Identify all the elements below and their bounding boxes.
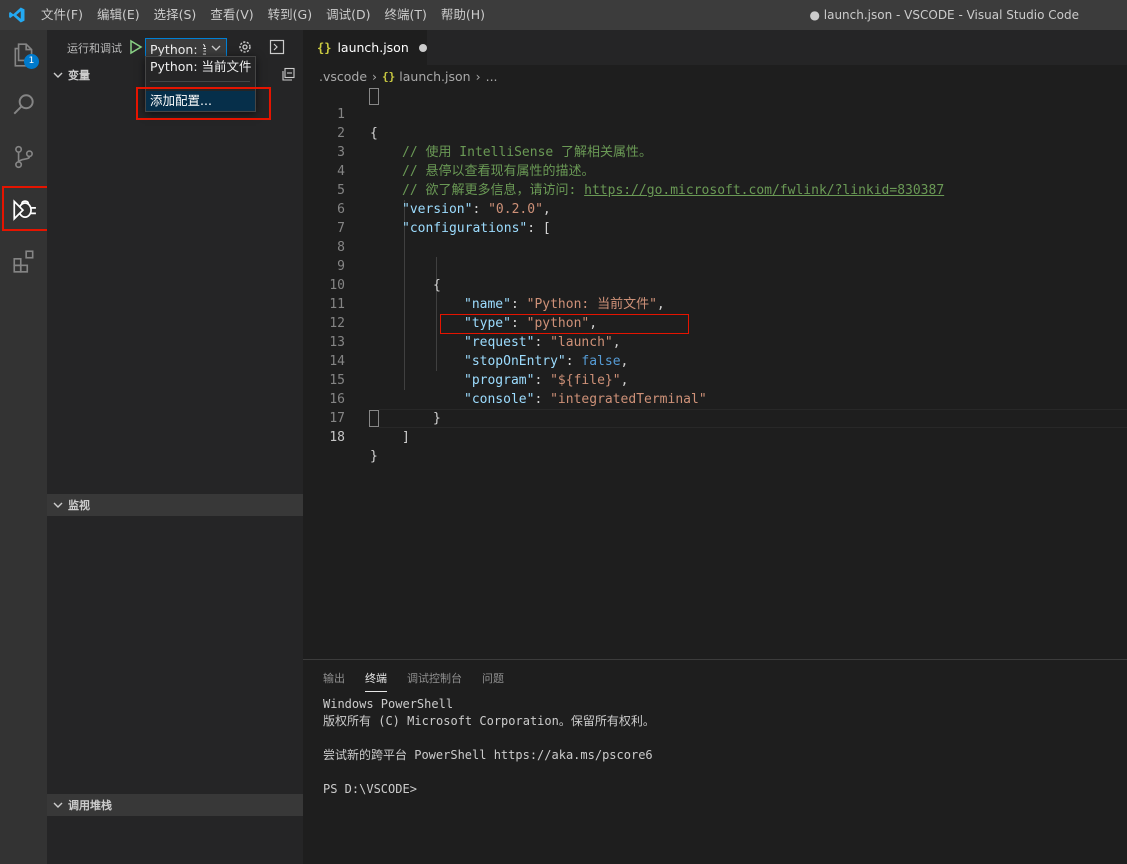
menu-go[interactable]: 转到(G) (261, 0, 319, 30)
code-line: 5 "version": "0.2.0", (303, 162, 1127, 217)
debug-sidebar: 运行和调试 Python: 当前文件 变量 监视 调用 (47, 30, 303, 864)
terminal-output[interactable]: Windows PowerShell 版权所有 (C) Microsoft Co… (323, 696, 655, 798)
menu-view[interactable]: 查看(V) (203, 0, 260, 30)
chevron-right-icon: › (475, 68, 481, 84)
dropdown-separator (150, 81, 250, 82)
vscode-logo-icon (9, 7, 25, 23)
breadcrumb-launch-json[interactable]: launch.json (399, 69, 470, 84)
extensions-icon[interactable] (0, 236, 47, 286)
tab-launch-json[interactable]: {} launch.json (303, 30, 427, 65)
watch-section-header[interactable]: 监视 (47, 494, 303, 516)
gear-icon[interactable] (237, 39, 253, 55)
code-line: 4 // 欲了解更多信息，请访问: https://go.microsoft.c… (303, 143, 1127, 198)
code-line: 14 "program": "${file}", (303, 333, 1127, 388)
panel-tabs: 输出 终端 调试控制台 问题 (323, 670, 524, 692)
editor-tab-bar: {} launch.json (303, 30, 1127, 65)
callstack-title: 调用堆栈 (68, 799, 112, 812)
dropdown-option-python-current-file[interactable]: Python: 当前文件 (146, 57, 255, 77)
code-line: 17 ] (303, 390, 1127, 445)
menu-selection[interactable]: 选择(S) (147, 0, 204, 30)
explorer-icon[interactable]: 1 (0, 30, 47, 80)
tab-debug-console[interactable]: 调试控制台 (407, 670, 462, 692)
tab-terminal[interactable]: 终端 (365, 670, 387, 692)
chevron-right-icon: › (372, 68, 378, 84)
code-line: 6 "configurations": [ (303, 181, 1127, 236)
callstack-section-header[interactable]: 调用堆栈 (47, 794, 303, 816)
collapse-all-icon[interactable] (281, 67, 296, 82)
code-line: 8 (303, 219, 1127, 255)
breadcrumb-vscode[interactable]: .vscode (319, 69, 367, 84)
terminal-prompt: PS D:\VSCODE> (323, 782, 417, 796)
title-bar: 文件(F) 编辑(E) 选择(S) 查看(V) 转到(G) 调试(D) 终端(T… (0, 0, 1127, 30)
bottom-panel: 输出 终端 调试控制台 问题 Windows PowerShell 版权所有 (… (303, 659, 1127, 864)
source-control-icon[interactable] (0, 132, 47, 182)
code-line: 11 "type": "python", (303, 276, 1127, 331)
code-line: 18 } (303, 409, 1127, 464)
stop-on-entry-highlight (440, 314, 689, 334)
tab-problems[interactable]: 问题 (482, 670, 504, 692)
code-line: 13 "stopOnEntry": false, (303, 314, 1127, 369)
code-line: 16 } (303, 371, 1127, 426)
code-line: 3 // 悬停以查看现有属性的描述。 (303, 124, 1127, 179)
json-file-icon: {} (317, 40, 332, 55)
debug-config-value: Python: 当前文件 (150, 41, 206, 57)
code-line: 9 { (303, 238, 1127, 293)
menu-terminal[interactable]: 终端(T) (377, 0, 433, 30)
menu-bar: 文件(F) 编辑(E) 选择(S) 查看(V) 转到(G) 调试(D) 终端(T… (34, 0, 492, 30)
search-icon[interactable] (0, 80, 47, 130)
activity-bar: 1 (0, 30, 50, 864)
chevron-down-icon (211, 45, 221, 51)
chevron-down-icon (53, 802, 63, 808)
line-number: 18 (329, 430, 345, 445)
close-brace: } (370, 449, 378, 464)
debug-config-select[interactable]: Python: 当前文件 (145, 38, 227, 58)
add-configuration-highlight (136, 87, 271, 120)
terminal-line: 版权所有 (C) Microsoft Corporation。保留所有权利。 (323, 714, 655, 728)
code-editor[interactable]: 1 { 2 // 使用 IntelliSense 了解相关属性。 3 // 悬停… (303, 86, 1127, 656)
breadcrumb: .vscode › {} launch.json › ... (303, 65, 1127, 87)
tab-output[interactable]: 输出 (323, 670, 345, 692)
code-line: 2 // 使用 IntelliSense 了解相关属性。 (303, 105, 1127, 160)
terminal-line: 尝试新的跨平台 PowerShell https://aka.ms/pscore… (323, 748, 653, 762)
window-title: ● launch.json - VSCODE - Visual Studio C… (809, 8, 1079, 22)
code-line: 1 { (303, 86, 1127, 141)
code-line: 7 (303, 200, 1127, 236)
menu-file[interactable]: 文件(F) (34, 0, 90, 30)
breadcrumb-more[interactable]: ... (486, 69, 498, 84)
chevron-down-icon (53, 72, 63, 78)
debug-console-icon[interactable] (269, 39, 285, 55)
menu-debug[interactable]: 调试(D) (319, 0, 377, 30)
run-and-debug-label: 运行和调试 (67, 42, 122, 55)
menu-edit[interactable]: 编辑(E) (90, 0, 147, 30)
watch-title: 监视 (68, 499, 90, 512)
unsaved-dot-icon[interactable] (418, 43, 427, 52)
start-debugging-icon[interactable] (129, 39, 143, 55)
menu-help[interactable]: 帮助(H) (434, 0, 492, 30)
debug-icon-highlight (2, 186, 50, 231)
terminal-line: Windows PowerShell (323, 697, 454, 711)
code-line: 10 "name": "Python: 当前文件", (303, 257, 1127, 312)
explorer-badge: 1 (24, 54, 39, 69)
tab-label: launch.json (337, 40, 409, 55)
variables-title: 变量 (68, 69, 90, 82)
code-line: 12 "request": "launch", (303, 295, 1127, 350)
code-line: 15 "console": "integratedTerminal" (303, 352, 1127, 407)
chevron-down-icon (53, 502, 63, 508)
json-file-icon: {} (382, 69, 396, 83)
